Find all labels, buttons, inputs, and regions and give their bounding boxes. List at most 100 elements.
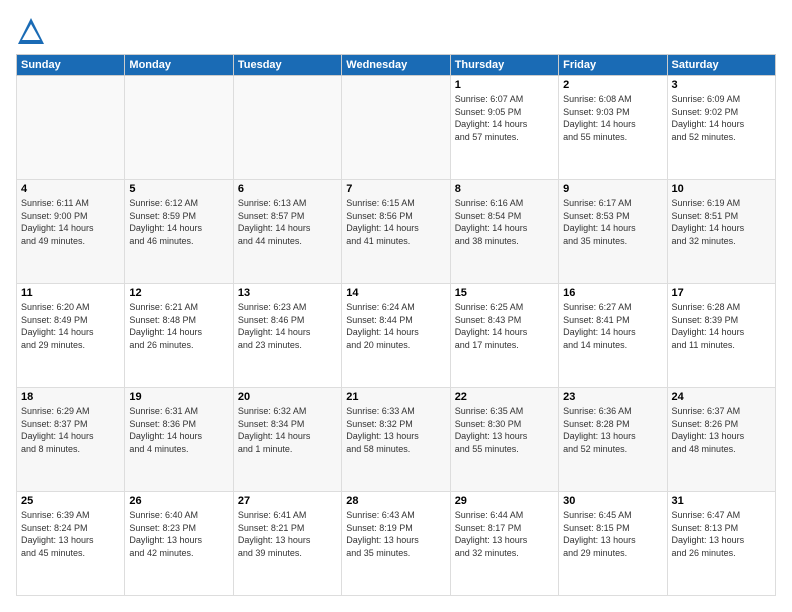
- day-info: Sunrise: 6:11 AM Sunset: 9:00 PM Dayligh…: [21, 197, 120, 247]
- day-number: 2: [563, 79, 662, 91]
- day-number: 15: [455, 287, 554, 299]
- day-number: 27: [238, 495, 337, 507]
- calendar-cell-week2-day2: 6Sunrise: 6:13 AM Sunset: 8:57 PM Daylig…: [233, 180, 341, 284]
- day-number: 1: [455, 79, 554, 91]
- day-info: Sunrise: 6:19 AM Sunset: 8:51 PM Dayligh…: [672, 197, 771, 247]
- day-info: Sunrise: 6:28 AM Sunset: 8:39 PM Dayligh…: [672, 301, 771, 351]
- day-number: 16: [563, 287, 662, 299]
- day-info: Sunrise: 6:36 AM Sunset: 8:28 PM Dayligh…: [563, 405, 662, 455]
- weekday-header-wednesday: Wednesday: [342, 55, 450, 76]
- calendar-cell-week1-day2: [233, 76, 341, 180]
- day-number: 6: [238, 183, 337, 195]
- day-info: Sunrise: 6:09 AM Sunset: 9:02 PM Dayligh…: [672, 93, 771, 143]
- day-info: Sunrise: 6:44 AM Sunset: 8:17 PM Dayligh…: [455, 509, 554, 559]
- calendar-cell-week2-day5: 9 Sunrise: 6:17 AM Sunset: 8:53 PM Daylig…: [559, 180, 667, 284]
- day-number: 19: [129, 391, 228, 403]
- calendar-cell-week4-day4: 22 Sunrise: 6:35 AM Sunset: 8:30 PM Dayli…: [450, 388, 558, 492]
- calendar-cell-week3-day0: 11 Sunrise: 6:20 AM Sunset: 8:49 PM Dayli…: [17, 284, 125, 388]
- weekday-header-row: SundayMondayTuesdayWednesdayThursdayFrid…: [17, 55, 776, 76]
- day-info: Sunrise: 6:39 AM Sunset: 8:24 PM Dayligh…: [21, 509, 120, 559]
- day-info: Sunrise: 6:32 AM Sunset: 8:34 PM Dayligh…: [238, 405, 337, 455]
- calendar-cell-week4-day6: 24Sunrise: 6:37 AM Sunset: 8:26 PM Dayli…: [667, 388, 775, 492]
- day-info: Sunrise: 6:15 AM Sunset: 8:56 PM Dayligh…: [346, 197, 445, 247]
- calendar-cell-week5-day4: 29 Sunrise: 6:44 AM Sunset: 8:17 PM Dayli…: [450, 492, 558, 596]
- week-row-3: 11 Sunrise: 6:20 AM Sunset: 8:49 PM Dayli…: [17, 284, 776, 388]
- day-number: 3: [672, 79, 771, 91]
- day-number: 5: [129, 183, 228, 195]
- day-number: 30: [563, 495, 662, 507]
- day-number: 13: [238, 287, 337, 299]
- day-number: 20: [238, 391, 337, 403]
- day-number: 10: [672, 183, 771, 195]
- calendar-cell-week1-day1: [125, 76, 233, 180]
- day-info: Sunrise: 6:41 AM Sunset: 8:21 PM Dayligh…: [238, 509, 337, 559]
- day-info: Sunrise: 6:43 AM Sunset: 8:19 PM Dayligh…: [346, 509, 445, 559]
- calendar-cell-week5-day0: 25 Sunrise: 6:39 AM Sunset: 8:24 PM Dayli…: [17, 492, 125, 596]
- calendar-cell-week2-day4: 8 Sunrise: 6:16 AM Sunset: 8:54 PM Daylig…: [450, 180, 558, 284]
- logo-icon: [16, 16, 46, 46]
- day-number: 14: [346, 287, 445, 299]
- week-row-1: 1Sunrise: 6:07 AM Sunset: 9:05 PM Daylig…: [17, 76, 776, 180]
- calendar: SundayMondayTuesdayWednesdayThursdayFrid…: [16, 54, 776, 596]
- calendar-cell-week3-day4: 15Sunrise: 6:25 AM Sunset: 8:43 PM Dayli…: [450, 284, 558, 388]
- day-number: 4: [21, 183, 120, 195]
- calendar-cell-week1-day3: [342, 76, 450, 180]
- day-number: 28: [346, 495, 445, 507]
- header: [16, 16, 776, 46]
- day-number: 23: [563, 391, 662, 403]
- week-row-4: 18Sunrise: 6:29 AM Sunset: 8:37 PM Dayli…: [17, 388, 776, 492]
- week-row-2: 4 Sunrise: 6:11 AM Sunset: 9:00 PM Daylig…: [17, 180, 776, 284]
- weekday-header-friday: Friday: [559, 55, 667, 76]
- day-number: 21: [346, 391, 445, 403]
- day-number: 8: [455, 183, 554, 195]
- day-number: 12: [129, 287, 228, 299]
- day-info: Sunrise: 6:08 AM Sunset: 9:03 PM Dayligh…: [563, 93, 662, 143]
- day-number: 17: [672, 287, 771, 299]
- day-number: 25: [21, 495, 120, 507]
- calendar-cell-week3-day6: 17 Sunrise: 6:28 AM Sunset: 8:39 PM Dayli…: [667, 284, 775, 388]
- calendar-cell-week1-day5: 2 Sunrise: 6:08 AM Sunset: 9:03 PM Daylig…: [559, 76, 667, 180]
- calendar-cell-week2-day1: 5 Sunrise: 6:12 AM Sunset: 8:59 PM Daylig…: [125, 180, 233, 284]
- weekday-header-sunday: Sunday: [17, 55, 125, 76]
- calendar-cell-week1-day0: [17, 76, 125, 180]
- calendar-cell-week5-day3: 28 Sunrise: 6:43 AM Sunset: 8:19 PM Dayli…: [342, 492, 450, 596]
- calendar-cell-week4-day2: 20 Sunrise: 6:32 AM Sunset: 8:34 PM Dayli…: [233, 388, 341, 492]
- calendar-cell-week1-day4: 1Sunrise: 6:07 AM Sunset: 9:05 PM Daylig…: [450, 76, 558, 180]
- calendar-cell-week3-day1: 12 Sunrise: 6:21 AM Sunset: 8:48 PM Dayli…: [125, 284, 233, 388]
- day-info: Sunrise: 6:20 AM Sunset: 8:49 PM Dayligh…: [21, 301, 120, 351]
- day-number: 18: [21, 391, 120, 403]
- day-number: 9: [563, 183, 662, 195]
- day-info: Sunrise: 6:47 AM Sunset: 8:13 PM Dayligh…: [672, 509, 771, 559]
- day-info: Sunrise: 6:21 AM Sunset: 8:48 PM Dayligh…: [129, 301, 228, 351]
- day-number: 22: [455, 391, 554, 403]
- calendar-cell-week2-day0: 4 Sunrise: 6:11 AM Sunset: 9:00 PM Daylig…: [17, 180, 125, 284]
- calendar-cell-week2-day6: 10 Sunrise: 6:19 AM Sunset: 8:51 PM Dayli…: [667, 180, 775, 284]
- day-info: Sunrise: 6:37 AM Sunset: 8:26 PM Dayligh…: [672, 405, 771, 455]
- calendar-cell-week4-day1: 19 Sunrise: 6:31 AM Sunset: 8:36 PM Dayli…: [125, 388, 233, 492]
- day-info: Sunrise: 6:27 AM Sunset: 8:41 PM Dayligh…: [563, 301, 662, 351]
- day-info: Sunrise: 6:24 AM Sunset: 8:44 PM Dayligh…: [346, 301, 445, 351]
- day-info: Sunrise: 6:31 AM Sunset: 8:36 PM Dayligh…: [129, 405, 228, 455]
- calendar-cell-week3-day2: 13 Sunrise: 6:23 AM Sunset: 8:46 PM Dayli…: [233, 284, 341, 388]
- weekday-header-saturday: Saturday: [667, 55, 775, 76]
- day-number: 26: [129, 495, 228, 507]
- day-info: Sunrise: 6:17 AM Sunset: 8:53 PM Dayligh…: [563, 197, 662, 247]
- day-number: 7: [346, 183, 445, 195]
- day-info: Sunrise: 6:23 AM Sunset: 8:46 PM Dayligh…: [238, 301, 337, 351]
- day-number: 11: [21, 287, 120, 299]
- day-info: Sunrise: 6:16 AM Sunset: 8:54 PM Dayligh…: [455, 197, 554, 247]
- calendar-cell-week4-day0: 18Sunrise: 6:29 AM Sunset: 8:37 PM Dayli…: [17, 388, 125, 492]
- calendar-cell-week3-day3: 14 Sunrise: 6:24 AM Sunset: 8:44 PM Dayli…: [342, 284, 450, 388]
- week-row-5: 25 Sunrise: 6:39 AM Sunset: 8:24 PM Dayli…: [17, 492, 776, 596]
- weekday-header-monday: Monday: [125, 55, 233, 76]
- calendar-cell-week1-day6: 3 Sunrise: 6:09 AM Sunset: 9:02 PM Daylig…: [667, 76, 775, 180]
- weekday-header-thursday: Thursday: [450, 55, 558, 76]
- calendar-cell-week4-day5: 23 Sunrise: 6:36 AM Sunset: 8:28 PM Dayli…: [559, 388, 667, 492]
- weekday-header-tuesday: Tuesday: [233, 55, 341, 76]
- calendar-cell-week2-day3: 7 Sunrise: 6:15 AM Sunset: 8:56 PM Daylig…: [342, 180, 450, 284]
- day-info: Sunrise: 6:12 AM Sunset: 8:59 PM Dayligh…: [129, 197, 228, 247]
- day-info: Sunrise: 6:35 AM Sunset: 8:30 PM Dayligh…: [455, 405, 554, 455]
- day-number: 29: [455, 495, 554, 507]
- logo: [16, 16, 50, 46]
- day-number: 31: [672, 495, 771, 507]
